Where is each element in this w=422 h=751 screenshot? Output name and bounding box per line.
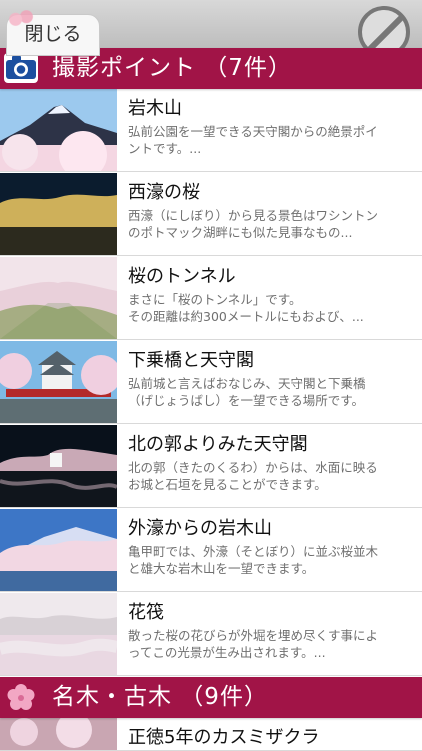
list-item[interactable]: 外濠からの岩木山 亀甲町では、外濠（そとぼり）に並ぶ桜並木と雄大な岩木山を一望で… [0, 509, 422, 592]
thumbnail-image [0, 173, 117, 255]
close-button[interactable]: 閉じる [3, 5, 100, 56]
item-title: 外濠からの岩木山 [128, 518, 272, 539]
item-description: 弘前公園を一望できる天守閣からの絶景ポイントです。... [128, 124, 378, 156]
thumbnail-image [0, 341, 117, 423]
item-description: 亀甲町では、外濠（そとぼり）に並ぶ桜並木と雄大な岩木山を一望できます。 [128, 544, 379, 576]
item-description: まさに「桜のトンネル」です。 その距離は約300メートルにもおよび、... [128, 292, 364, 324]
item-description: 北の郭（きたのくるわ）からは、水面に映るお城と石垣を見ることができます。 [128, 460, 378, 492]
list-item[interactable]: 岩木山 弘前公園を一望できる天守閣からの絶景ポイントです。... [0, 89, 422, 172]
thumbnail-image [0, 593, 117, 675]
list-item[interactable]: 下乗橋と天守閣 弘前城と言えばおなじみ、天守閣と下乗橋（げじょうばし）を一望でき… [0, 341, 422, 424]
item-description: 散った桜の花びらが外堀を埋め尽くす事によってこの光景が生み出されます。... [128, 628, 379, 660]
sakura-icon [7, 684, 35, 710]
thumbnail-image [0, 89, 117, 171]
thumbnail-image [0, 509, 117, 591]
item-description: 西濠（にしぼり）から見る景色はワシントンのポトマック湖畔にも似た見事なもの... [128, 208, 379, 240]
section-title: 名木・古木 （9件） [52, 684, 268, 710]
item-title: 桜のトンネル [128, 266, 236, 287]
item-title: 正徳5年のカスミザクラ [128, 727, 320, 748]
section-header-famous-trees: 名木・古木 （9件） [0, 677, 422, 718]
thumbnail-image [0, 425, 117, 507]
list-item[interactable]: 桜のトンネル まさに「桜のトンネル」です。 その距離は約300メートルにもおよび… [0, 257, 422, 340]
list-item[interactable]: 西濠の桜 西濠（にしぼり）から見る景色はワシントンのポトマック湖畔にも似た見事な… [0, 173, 422, 256]
thumbnail-image [0, 718, 117, 750]
item-description: 弘前城と言えばおなじみ、天守閣と下乗橋（げじょうばし）を一望できる場所です。 [128, 376, 366, 408]
list-item[interactable]: 花筏 散った桜の花びらが外堀を埋め尽くす事によってこの光景が生み出されます。..… [0, 593, 422, 676]
list-item[interactable]: 正徳5年のカスミザクラ [0, 718, 422, 751]
item-title: 北の郭よりみた天守閣 [128, 434, 308, 455]
thumbnail-image [0, 257, 117, 339]
item-title: 花筏 [128, 602, 164, 623]
camera-icon [4, 53, 38, 83]
list-item[interactable]: 北の郭よりみた天守閣 北の郭（きたのくるわ）からは、水面に映るお城と石垣を見るこ… [0, 425, 422, 508]
item-title: 西濠の桜 [128, 182, 200, 203]
item-title: 下乗橋と天守閣 [128, 350, 254, 371]
item-title: 岩木山 [128, 98, 182, 119]
